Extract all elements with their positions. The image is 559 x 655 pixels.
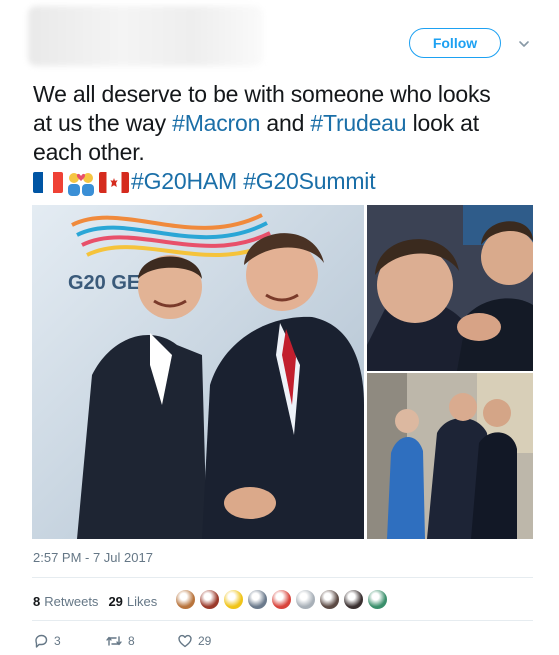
retweet-icon <box>106 636 122 646</box>
tweet-line-2: at us the way #Macron and #Trudeau look … <box>33 109 543 138</box>
likes-stat[interactable]: 29 Likes <box>108 594 157 609</box>
like-count: 29 <box>198 634 212 648</box>
tweet-line-4: #G20HAM #G20Summit <box>33 167 543 196</box>
tweet-line-1: We all deserve to be with someone who lo… <box>33 81 491 107</box>
hashtag-g20ham-link[interactable]: #G20HAM <box>131 168 237 194</box>
tweet-line-3: each other. <box>33 139 145 165</box>
heart-icon <box>178 634 192 648</box>
blurred-author-info[interactable] <box>28 6 263 66</box>
avatar[interactable] <box>247 589 268 610</box>
avatar[interactable] <box>271 589 292 610</box>
retweets-count: 8 <box>33 593 41 609</box>
avatar[interactable] <box>199 589 220 610</box>
retweets-label: Retweets <box>44 593 99 609</box>
divider <box>32 620 533 621</box>
avatar[interactable] <box>175 589 196 610</box>
retweet-button[interactable]: 8 <box>105 633 177 649</box>
tweet-text-segment: at us the way <box>33 110 173 136</box>
tweet-actions: 3 8 29 <box>33 632 211 650</box>
flag-canada-icon <box>99 172 129 193</box>
like-button[interactable]: 29 <box>177 633 211 649</box>
tweet-text-segment: and <box>260 110 311 136</box>
reply-count: 3 <box>54 634 61 648</box>
avatar[interactable] <box>343 589 364 610</box>
reply-button[interactable]: 3 <box>33 633 105 649</box>
hashtag-g20summit-link[interactable]: #G20Summit <box>243 168 375 194</box>
photo-trudeau-closeup[interactable] <box>367 205 533 371</box>
tweet-header: Follow <box>0 0 559 70</box>
photo-hug-crowd[interactable] <box>367 373 533 539</box>
more-options-button[interactable] <box>514 34 534 54</box>
liker-avatars <box>175 589 388 610</box>
chevron-down-icon <box>519 41 529 47</box>
couple-with-heart-icon <box>66 170 96 196</box>
hashtag-macron-link[interactable]: #Macron <box>172 110 260 136</box>
reply-icon <box>35 634 48 648</box>
tweet-timestamp[interactable]: 2:57 PM - 7 Jul 2017 <box>33 550 153 565</box>
likes-count: 29 <box>108 593 123 609</box>
likes-label: Likes <box>126 593 158 609</box>
emoji-row <box>33 170 129 196</box>
avatar[interactable] <box>295 589 316 610</box>
hashtag-trudeau-link[interactable]: #Trudeau <box>310 110 406 136</box>
retweets-stat[interactable]: 8 Retweets <box>33 594 98 609</box>
photo-macron-trudeau-handshake[interactable]: G20 GE NY <box>32 205 364 539</box>
avatar[interactable] <box>319 589 340 610</box>
follow-button[interactable]: Follow <box>409 28 501 58</box>
tweet-text-segment: look at <box>406 110 480 136</box>
divider <box>32 577 533 578</box>
avatar[interactable] <box>367 589 388 610</box>
avatar[interactable] <box>223 589 244 610</box>
retweet-count: 8 <box>128 634 135 648</box>
engagement-stats: 8 Retweets 29 Likes <box>33 590 167 612</box>
tweet-text: We all deserve to be with someone who lo… <box>33 80 543 196</box>
flag-france-icon <box>33 172 63 193</box>
tweet-media-grid: G20 GE NY <box>32 205 533 539</box>
